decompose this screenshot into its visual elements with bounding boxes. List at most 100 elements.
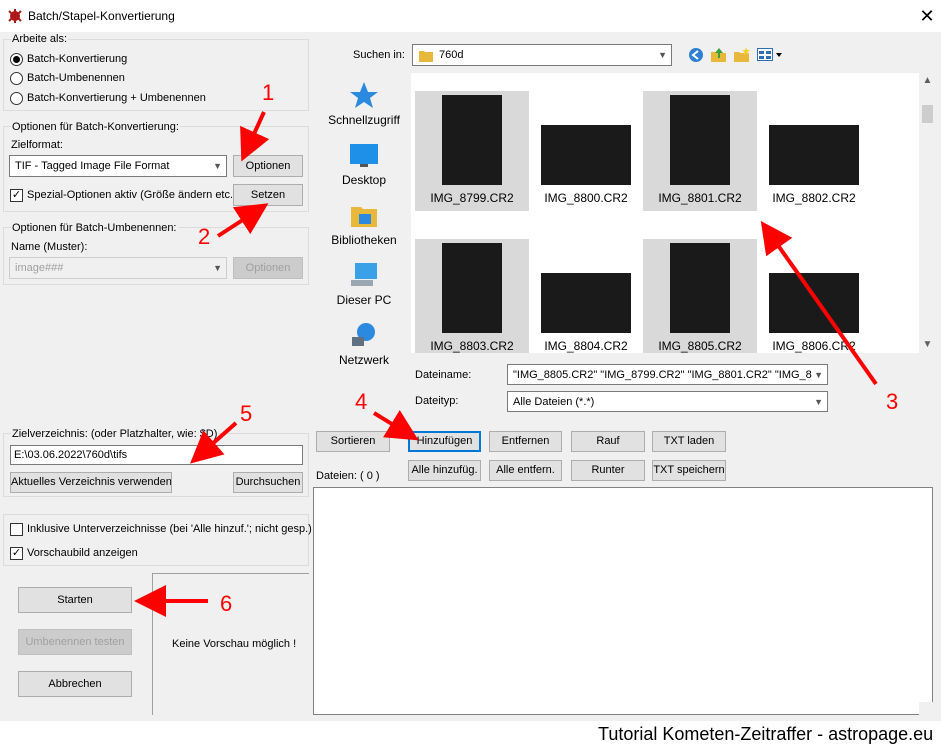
set-button[interactable]: Setzen	[233, 184, 303, 206]
start-button[interactable]: Starten	[18, 587, 132, 613]
chevron-down-icon: ▼	[814, 369, 823, 380]
file-thumbnail[interactable]: IMG_8799.CR2	[415, 91, 529, 211]
folder-icon	[419, 51, 433, 62]
window-title: Batch/Stapel-Konvertierung	[28, 9, 175, 23]
radio-batch-convert[interactable]	[10, 53, 23, 66]
filetype-label: Dateityp:	[415, 395, 459, 407]
thumbnail-image	[769, 273, 859, 333]
radio-batch-rename-label: Batch-Umbenennen	[27, 72, 125, 84]
move-up-button[interactable]: Rauf	[571, 431, 645, 452]
annotation-5: 5	[240, 401, 253, 426]
thumbnail-image	[442, 243, 502, 333]
places-bar: Schnellzugriff Desktop Bibliotheken Dies…	[318, 73, 410, 411]
chevron-down-icon[interactable]: ▼	[919, 339, 936, 350]
file-thumbnail[interactable]: IMG_8801.CR2	[643, 91, 757, 211]
browse-button[interactable]: Durchsuchen	[233, 472, 303, 493]
network-icon	[352, 323, 375, 346]
libraries-icon	[351, 207, 377, 227]
test-rename-button[interactable]: Umbenennen testen	[18, 629, 132, 655]
thumbnail-image	[670, 95, 730, 185]
include-subdirs-checkbox[interactable]	[10, 523, 23, 536]
filetype-select[interactable]: Alle Dateien (*.*) ▼	[507, 391, 828, 412]
load-txt-button[interactable]: TXT laden	[652, 431, 726, 452]
search-in-label: Suchen in:	[353, 49, 405, 61]
add-all-button[interactable]: Alle hinzufüg.	[408, 460, 481, 481]
place-quick-access[interactable]: Schnellzugriff	[318, 81, 410, 127]
annotation-2: 2	[198, 224, 211, 249]
chevron-up-icon[interactable]: ▲	[919, 75, 936, 86]
filename-input[interactable]: "IMG_8805.CR2" "IMG_8799.CR2" "IMG_8801.…	[507, 364, 828, 385]
place-libraries[interactable]: Bibliotheken	[318, 201, 410, 247]
annotation-6: 6	[220, 591, 233, 616]
convert-options-button[interactable]: Optionen	[233, 155, 303, 177]
desktop-icon	[350, 144, 378, 167]
app-icon	[8, 9, 22, 23]
footer-credit: Tutorial Kometen-Zeitraffer - astropage.…	[598, 724, 934, 744]
pattern-label: Name (Muster):	[11, 241, 88, 253]
show-preview-label: Vorschaubild anzeigen	[27, 547, 138, 559]
back-icon[interactable]	[688, 47, 704, 63]
thumbnail-image	[442, 95, 502, 185]
convert-options-label: Optionen für Batch-Konvertierung:	[11, 121, 180, 133]
cancel-button[interactable]: Abbrechen	[18, 671, 132, 697]
target-format-label: Zielformat:	[11, 139, 63, 151]
file-thumbnail[interactable]: IMG_8800.CR2	[529, 91, 643, 211]
special-options-checkbox[interactable]: ✓	[10, 189, 23, 202]
batch-dialog: Batch/Stapel-Konvertierung ✕ Arbeite als…	[0, 0, 941, 721]
target-format-select[interactable]: TIF - Tagged Image File Format ▼	[9, 155, 227, 177]
thumbnail-scrollbar[interactable]: ▲ ▼	[919, 73, 936, 353]
file-thumbnail[interactable]: IMG_8805.CR2	[643, 239, 757, 353]
chevron-down-icon: ▼	[213, 161, 222, 171]
show-preview-checkbox[interactable]: ✓	[10, 547, 23, 560]
computer-icon	[351, 263, 377, 286]
rename-options-label: Optionen für Batch-Umbenennen:	[11, 222, 178, 234]
save-txt-button[interactable]: TXT speichern	[652, 460, 726, 481]
thumbnail-image	[541, 125, 631, 185]
rename-options-button[interactable]: Optionen	[233, 257, 303, 279]
pattern-select[interactable]: image### ▼	[9, 257, 227, 279]
file-list[interactable]	[313, 487, 933, 715]
place-desktop[interactable]: Desktop	[318, 141, 410, 187]
annotation-4: 4	[355, 389, 368, 414]
use-current-dir-button[interactable]: Aktuelles Verzeichnis verwenden	[10, 472, 172, 493]
thumbnail-image	[541, 273, 631, 333]
radio-batch-convert-label: Batch-Konvertierung	[27, 53, 128, 65]
radio-batch-convert-rename-label: Batch-Konvertierung + Umbenennen	[27, 92, 206, 104]
thumbnail-image	[769, 125, 859, 185]
chevron-down-icon: ▼	[814, 396, 823, 407]
remove-button[interactable]: Entfernen	[489, 431, 562, 452]
add-button[interactable]: Hinzufügen	[408, 431, 481, 452]
chevron-down-icon: ▼	[658, 50, 667, 60]
close-icon[interactable]: ✕	[916, 5, 938, 27]
title-bar: Batch/Stapel-Konvertierung ✕	[0, 0, 941, 32]
up-folder-icon[interactable]	[710, 46, 727, 63]
files-count: Dateien: ( 0 )	[316, 470, 380, 482]
work-as-label: Arbeite als:	[11, 33, 69, 45]
move-down-button[interactable]: Runter	[571, 460, 645, 481]
file-thumbnail-view[interactable]: IMG_8799.CR2 IMG_8800.CR2 IMG_8801.CR2 I…	[411, 73, 919, 353]
include-subdirs-label: Inklusive Unterverzeichnisse (bei 'Alle …	[27, 523, 312, 535]
place-this-pc[interactable]: Dieser PC	[318, 261, 410, 307]
radio-batch-rename[interactable]	[10, 72, 23, 85]
file-thumbnail[interactable]: IMG_8806.CR2	[757, 239, 871, 353]
annotation-1: 1	[262, 80, 275, 105]
view-menu-icon[interactable]	[757, 48, 783, 62]
filename-label: Dateiname:	[415, 369, 472, 381]
resize-grip[interactable]	[919, 702, 936, 719]
file-thumbnail[interactable]: IMG_8803.CR2	[415, 239, 529, 353]
thumbnail-image	[670, 243, 730, 333]
target-dir-label: Zielverzeichnis: (oder Platzhalter, wie:…	[11, 428, 219, 440]
radio-batch-convert-rename[interactable]	[10, 92, 23, 105]
sort-button[interactable]: Sortieren	[316, 431, 390, 452]
new-folder-icon[interactable]	[733, 46, 750, 63]
folder-select[interactable]: 760d ▼	[412, 44, 672, 66]
file-thumbnail[interactable]: IMG_8802.CR2	[757, 91, 871, 211]
special-options-label: Spezial-Optionen aktiv (Größe ändern etc…	[27, 189, 237, 201]
scrollbar-thumb[interactable]	[922, 105, 933, 123]
remove-all-button[interactable]: Alle entfern.	[489, 460, 562, 481]
target-dir-input[interactable]: E:\03.06.2022\760d\tifs	[10, 445, 303, 465]
preview-text: Keine Vorschau möglich !	[172, 638, 297, 650]
place-network[interactable]: Netzwerk	[318, 321, 410, 367]
file-thumbnail[interactable]: IMG_8804.CR2	[529, 239, 643, 353]
star-icon	[350, 82, 378, 108]
